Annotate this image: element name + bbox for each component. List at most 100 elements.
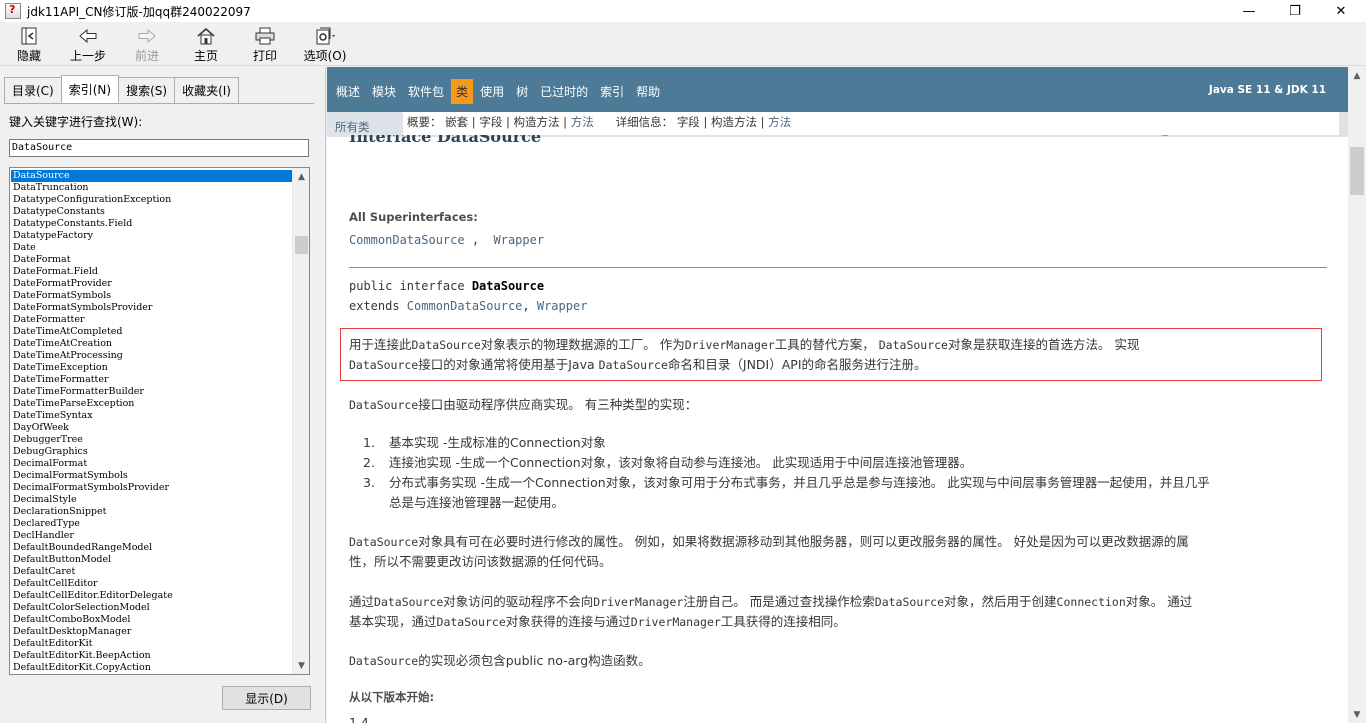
document-scrollbar[interactable]: ▲ ▼ xyxy=(1348,67,1366,723)
all-classes-link[interactable]: 所有类 xyxy=(335,119,370,135)
superinterfaces-list: CommonDataSource , Wrapper xyxy=(349,233,545,247)
index-item[interactable]: DefaultColorSelectionModel xyxy=(11,602,292,614)
superinterface-link[interactable]: CommonDataSource xyxy=(349,233,465,247)
index-item[interactable]: DecimalFormatSymbolsProvider xyxy=(11,482,292,494)
nav-item[interactable]: 类 xyxy=(451,79,474,104)
display-button[interactable]: 显示(D) xyxy=(222,686,311,710)
index-item[interactable]: DefaultEditorKit.CopyAction xyxy=(11,662,292,674)
nav-item[interactable]: 使用 xyxy=(475,79,509,104)
tab-search[interactable]: 搜索(S) xyxy=(118,77,176,103)
index-item[interactable]: DecimalFormat xyxy=(11,458,292,470)
index-item[interactable]: DeclarationSnippet xyxy=(11,506,292,518)
index-item[interactable]: DefaultDesktopManager xyxy=(11,626,292,638)
hide-button[interactable]: 隐藏 xyxy=(0,22,58,66)
index-item[interactable]: DateTimeFormatterBuilder xyxy=(11,386,292,398)
nav-item[interactable]: 索引 xyxy=(595,79,629,104)
index-item[interactable]: DateTimeAtProcessing xyxy=(11,350,292,362)
index-item[interactable]: DefaultCaret xyxy=(11,566,292,578)
nav-item[interactable]: 已过时的 xyxy=(535,79,593,104)
options-button[interactable]: 选项(O) xyxy=(294,22,356,66)
index-item[interactable]: DatatypeFactory xyxy=(11,230,292,242)
index-item[interactable]: Date xyxy=(11,242,292,254)
text-line: 通过DataSource对象访问的驱动程序不会向DriverManager注册自… xyxy=(349,592,1309,612)
index-item[interactable]: DatatypeConfigurationException xyxy=(11,194,292,206)
index-scrollbar[interactable]: ▲ ▼ xyxy=(292,168,309,674)
index-item[interactable]: DefaultCellEditor.EditorDelegate xyxy=(11,590,292,602)
list-number: 1. xyxy=(363,435,375,450)
index-item[interactable]: DataSource xyxy=(11,170,292,182)
index-item[interactable]: DefaultComboBoxModel xyxy=(11,614,292,626)
summary-link[interactable]: 方法 xyxy=(571,115,594,129)
print-button[interactable]: 打印 xyxy=(236,22,294,66)
index-item[interactable]: DateFormat.Field xyxy=(11,266,292,278)
index-item[interactable]: DateTimeFormatter xyxy=(11,374,292,386)
text-run: 对象具有可在必要时进行修改的属性。 例如，如果将数据源移动到其他服务器，则可以更… xyxy=(418,534,1189,549)
index-item[interactable]: DeclaredType xyxy=(11,518,292,530)
close-button[interactable]: ✕ xyxy=(1318,0,1364,22)
index-item[interactable]: DecimalFormatSymbols xyxy=(11,470,292,482)
detail-link[interactable]: 方法 xyxy=(768,115,791,129)
index-item[interactable]: DeclHandler xyxy=(11,530,292,542)
minimize-button[interactable]: — xyxy=(1226,0,1272,22)
scroll-up-icon[interactable]: ▲ xyxy=(1348,67,1366,84)
keyword-input[interactable]: DataSource xyxy=(9,139,309,157)
tab-favorites[interactable]: 收藏夹(I) xyxy=(174,77,239,103)
index-item[interactable]: DateTimeAtCreation xyxy=(11,338,292,350)
text-run: 对象，该对象可用于分布式事务，并且几乎总是参与连接池。 此实现与中间层事务管理器… xyxy=(605,475,1210,490)
index-item[interactable]: DefaultCellEditor xyxy=(11,578,292,590)
pane-splitter[interactable] xyxy=(318,67,326,723)
index-scroll-thumb[interactable] xyxy=(295,236,308,254)
code-term: DataSource xyxy=(349,654,419,668)
index-item[interactable]: DecimalStyle xyxy=(11,494,292,506)
text-line: DataSource接口由驱动程序供应商实现。 有三种类型的实现： xyxy=(349,395,1309,415)
nav-tabs: 目录(C) 索引(N) 搜索(S) 收藏夹(I) xyxy=(4,75,239,103)
nav-item[interactable]: 帮助 xyxy=(631,79,665,104)
forward-button[interactable]: 前进 xyxy=(118,22,176,66)
summary-link: 构造方法 xyxy=(513,115,560,129)
index-item[interactable]: DataTruncation xyxy=(11,182,292,194)
index-list[interactable]: DataSource DataTruncation DatatypeConfigur… xyxy=(9,167,310,675)
index-item[interactable]: DatatypeConstants.Field xyxy=(11,218,292,230)
nav-item[interactable]: 模块 xyxy=(367,79,401,104)
index-item[interactable]: DateTimeParseException xyxy=(11,398,292,410)
tab-index[interactable]: 索引(N) xyxy=(60,75,120,103)
index-item[interactable]: DateTimeSyntax xyxy=(11,410,292,422)
nav-item[interactable]: 软件包 xyxy=(403,79,449,104)
nav-item[interactable]: 树 xyxy=(511,79,533,104)
nav-item[interactable]: 概述 xyxy=(331,79,365,104)
maximize-button[interactable]: ❐ xyxy=(1272,0,1318,22)
index-item[interactable]: DateFormatter xyxy=(11,314,292,326)
back-arrow-icon xyxy=(77,26,99,46)
detail-link: 字段 xyxy=(676,115,700,129)
index-item[interactable]: DefaultButtonModel xyxy=(11,554,292,566)
index-item[interactable]: DefaultEditorKit xyxy=(11,638,292,650)
text-run: 注册自己。 而是通过查找操作检索 xyxy=(683,594,875,609)
tab-contents[interactable]: 目录(C) xyxy=(4,77,62,103)
index-item[interactable]: DebugGraphics xyxy=(11,446,292,458)
index-item[interactable]: DateFormatProvider xyxy=(11,278,292,290)
index-item[interactable]: DateFormatSymbolsProvider xyxy=(11,302,292,314)
code-term: DriverManager xyxy=(684,338,775,352)
text-run: 基本实现 -生成标准的 xyxy=(389,435,510,450)
home-button[interactable]: 主页 xyxy=(176,22,236,66)
index-item[interactable]: DayOfWeek xyxy=(11,422,292,434)
index-item[interactable]: DateTimeAtCompleted xyxy=(11,326,292,338)
index-item[interactable]: DefaultBoundedRangeModel xyxy=(11,542,292,554)
index-item[interactable]: DateTimeException xyxy=(11,362,292,374)
index-item[interactable]: DefaultEditorKit.BeepAction xyxy=(11,650,292,662)
index-item[interactable]: DateFormatSymbols xyxy=(11,290,292,302)
index-item[interactable]: DebuggerTree xyxy=(11,434,292,446)
scroll-up-icon[interactable]: ▲ xyxy=(293,168,309,185)
extends-link[interactable]: Wrapper xyxy=(537,299,588,313)
scroll-down-icon[interactable]: ▼ xyxy=(1348,706,1366,723)
index-item[interactable]: DateFormat xyxy=(11,254,292,266)
superinterface-link[interactable]: Wrapper xyxy=(494,233,545,247)
extends-link[interactable]: CommonDataSource xyxy=(407,299,523,313)
back-button[interactable]: 上一步 xyxy=(58,22,118,66)
interface-name: DataSource xyxy=(471,279,545,293)
toolbar: 隐藏 上一步 前进 主页 打印 选项(O) xyxy=(0,22,1366,66)
scroll-down-icon[interactable]: ▼ xyxy=(293,657,309,674)
index-item[interactable]: DatatypeConstants xyxy=(11,206,292,218)
document-scroll-thumb[interactable] xyxy=(1350,147,1364,195)
extends-line: extends CommonDataSource, Wrapper xyxy=(349,299,588,313)
